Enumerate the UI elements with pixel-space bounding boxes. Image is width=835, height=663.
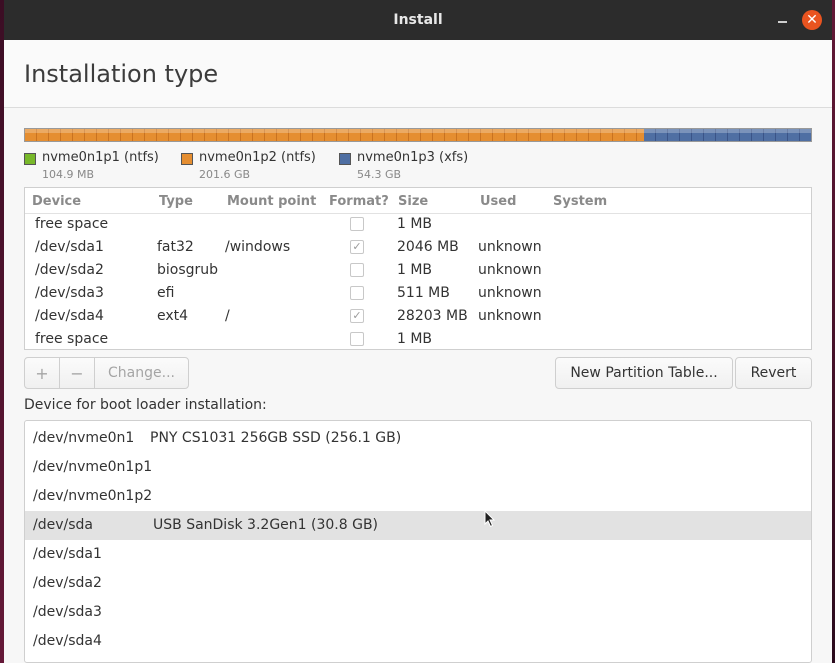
title-bar: Install ✕ bbox=[4, 0, 832, 40]
legend-size: 54.3 GB bbox=[357, 168, 402, 181]
partition-segment-nvme0n1p3 bbox=[643, 129, 812, 141]
cell-type: fat32 bbox=[157, 239, 194, 255]
list-item[interactable]: /dev/sda4 bbox=[25, 627, 811, 656]
column-header-system[interactable]: System bbox=[553, 194, 607, 209]
partition-table[interactable]: Device Type Mount point Format? Size Use… bbox=[24, 187, 812, 350]
table-row[interactable]: /dev/sda3 efi 511 MB unknown bbox=[25, 282, 811, 305]
partition-bar bbox=[24, 128, 812, 142]
mouse-cursor-icon bbox=[484, 510, 496, 528]
cell-mount: /windows bbox=[225, 239, 291, 255]
cell-used: unknown bbox=[478, 308, 542, 324]
list-item[interactable]: /dev/nvme0n1p2 bbox=[25, 482, 811, 511]
bootloader-label: Device for boot loader installation: bbox=[24, 397, 267, 413]
table-row[interactable]: /dev/sda2 biosgrub 1 MB unknown bbox=[25, 259, 811, 282]
legend-size: 104.9 MB bbox=[42, 168, 95, 181]
column-header-size[interactable]: Size bbox=[398, 194, 428, 209]
remove-partition-button[interactable]: − bbox=[60, 358, 95, 388]
minimize-button[interactable] bbox=[770, 8, 794, 32]
table-row[interactable]: free space 1 MB bbox=[25, 213, 811, 236]
legend-size: 201.6 GB bbox=[199, 168, 251, 181]
cell-type: ext4 bbox=[157, 308, 189, 324]
legend-item: nvme0n1p1 (ntfs) 104.9 MB bbox=[24, 150, 159, 181]
cell-size: 1 MB bbox=[397, 331, 433, 347]
page-title: Installation type bbox=[24, 60, 219, 88]
cell-device: free space bbox=[35, 331, 109, 347]
table-row[interactable]: /dev/sda4 ext4 / ✓ 28203 MB unknown bbox=[25, 305, 811, 328]
column-header-mount[interactable]: Mount point bbox=[227, 194, 316, 209]
list-item-selected[interactable]: /dev/sda USB SanDisk 3.2Gen1 (30.8 GB) bbox=[25, 511, 811, 540]
cell-size: 1 MB bbox=[397, 262, 433, 278]
legend-swatch bbox=[181, 153, 193, 165]
column-header-type[interactable]: Type bbox=[159, 194, 193, 209]
cell-size: 511 MB bbox=[397, 285, 450, 301]
cell-type: efi bbox=[157, 285, 175, 301]
cell-size: 2046 MB bbox=[397, 239, 459, 255]
cell-used: unknown bbox=[478, 262, 542, 278]
legend-item: nvme0n1p3 (xfs) 54.3 GB bbox=[339, 150, 469, 181]
format-checkbox bbox=[350, 286, 364, 300]
format-checkbox bbox=[350, 332, 364, 346]
revert-button[interactable]: Revert bbox=[735, 357, 812, 389]
format-checkbox: ✓ bbox=[350, 240, 364, 254]
close-icon[interactable]: ✕ bbox=[802, 10, 822, 30]
cell-device: /dev/sda1 bbox=[35, 239, 104, 255]
partition-edit-buttons: + − Change... bbox=[24, 357, 189, 389]
format-checkbox bbox=[350, 217, 364, 231]
list-item[interactable]: /dev/nvme0n1 PNY CS1031 256GB SSD (256.1… bbox=[25, 424, 811, 453]
format-checkbox: ✓ bbox=[350, 309, 364, 323]
cell-mount: / bbox=[225, 308, 230, 324]
boot-device-desc: USB SanDisk 3.2Gen1 (30.8 GB) bbox=[153, 517, 379, 533]
column-header-device[interactable]: Device bbox=[32, 194, 81, 209]
boot-device: /dev/nvme0n1p2 bbox=[33, 488, 153, 504]
add-partition-button[interactable]: + bbox=[25, 358, 60, 388]
cell-size: 28203 MB bbox=[397, 308, 468, 324]
cell-type: biosgrub bbox=[157, 262, 219, 278]
table-row[interactable]: free space 1 MB bbox=[25, 328, 811, 351]
legend-name: nvme0n1p3 (xfs) bbox=[357, 150, 469, 165]
window-title: Install bbox=[393, 12, 443, 28]
list-item[interactable]: /dev/sda1 bbox=[25, 540, 811, 569]
boot-device: /dev/sda1 bbox=[33, 546, 102, 562]
cell-used: unknown bbox=[478, 239, 542, 255]
table-header: Device Type Mount point Format? Size Use… bbox=[25, 188, 811, 214]
boot-device: /dev/sda4 bbox=[33, 633, 102, 649]
bootloader-device-list[interactable]: /dev/nvme0n1 PNY CS1031 256GB SSD (256.1… bbox=[24, 420, 812, 663]
page-header: Installation type bbox=[4, 40, 832, 108]
cell-device: /dev/sda4 bbox=[35, 308, 104, 324]
boot-device: /dev/sda bbox=[33, 517, 93, 533]
legend-swatch bbox=[339, 153, 351, 165]
list-item[interactable]: /dev/sda3 bbox=[25, 598, 811, 627]
cell-used: unknown bbox=[478, 285, 542, 301]
format-checkbox bbox=[350, 263, 364, 277]
column-header-format[interactable]: Format? bbox=[329, 194, 389, 209]
legend-name: nvme0n1p2 (ntfs) bbox=[199, 150, 316, 165]
list-item[interactable]: /dev/sda2 bbox=[25, 569, 811, 598]
boot-device: /dev/sda3 bbox=[33, 604, 102, 620]
legend-item: nvme0n1p2 (ntfs) 201.6 GB bbox=[181, 150, 316, 181]
boot-device-desc: PNY CS1031 256GB SSD (256.1 GB) bbox=[150, 430, 402, 446]
cell-device: free space bbox=[35, 216, 109, 232]
column-header-used[interactable]: Used bbox=[480, 194, 516, 209]
list-item[interactable]: /dev/nvme0n1p1 bbox=[25, 453, 811, 482]
new-partition-table-button[interactable]: New Partition Table... bbox=[555, 357, 733, 389]
boot-device: /dev/nvme0n1p1 bbox=[33, 459, 153, 475]
partition-segment-nvme0n1p2 bbox=[25, 129, 644, 141]
cell-device: /dev/sda3 bbox=[35, 285, 104, 301]
boot-device: /dev/sda2 bbox=[33, 575, 102, 591]
change-partition-button[interactable]: Change... bbox=[95, 358, 188, 388]
installer-window: Install ✕ Installation type nvme0n1p1 (n… bbox=[4, 0, 832, 663]
legend-name: nvme0n1p1 (ntfs) bbox=[42, 150, 159, 165]
legend-swatch bbox=[24, 153, 36, 165]
table-row[interactable]: /dev/sda1 fat32 /windows ✓ 2046 MB unkno… bbox=[25, 236, 811, 259]
cell-device: /dev/sda2 bbox=[35, 262, 104, 278]
boot-device: /dev/nvme0n1 bbox=[33, 430, 135, 446]
cell-size: 1 MB bbox=[397, 216, 433, 232]
